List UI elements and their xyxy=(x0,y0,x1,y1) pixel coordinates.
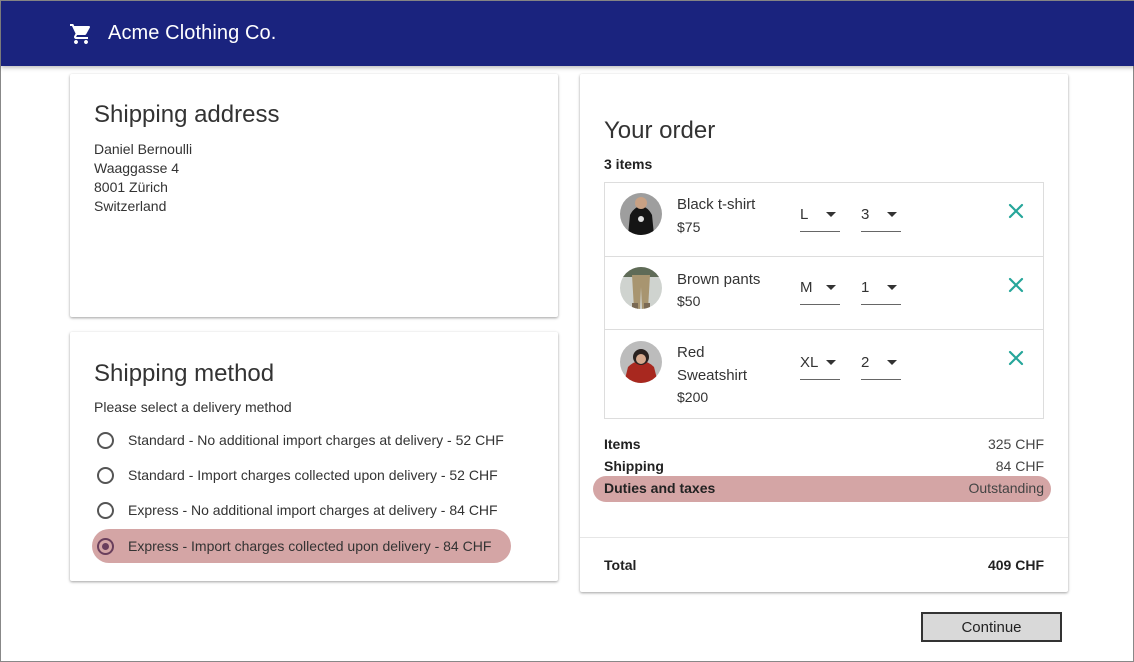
shipping-option-standard-charges-collected[interactable]: Standard - Import charges collected upon… xyxy=(92,458,518,492)
shipping-address-card: Shipping address Daniel Bernoulli Waagga… xyxy=(70,74,558,317)
order-summary-card: Your order 3 items Black t-shirt $75 L 3 xyxy=(580,74,1068,592)
radio-button[interactable] xyxy=(97,501,114,519)
radio-button[interactable] xyxy=(97,431,114,449)
order-item-list: Black t-shirt $75 L 3 Brown pants $50 M … xyxy=(604,182,1044,419)
size-select[interactable]: M xyxy=(800,275,840,305)
shipping-option-express-no-charges[interactable]: Express - No additional import charges a… xyxy=(92,493,518,527)
summary-total-label: Total xyxy=(604,557,637,573)
shipping-method-subtitle: Please select a delivery method xyxy=(94,399,292,415)
address-country: Switzerland xyxy=(94,198,167,214)
shipping-option-label: Express - Import charges collected upon … xyxy=(128,538,492,554)
item-name: Black t-shirt xyxy=(677,196,756,213)
summary-duties-value: Outstanding xyxy=(968,480,1045,496)
shipping-option-label: Standard - No additional import charges … xyxy=(128,432,504,448)
item-price: $75 xyxy=(677,219,701,235)
size-select[interactable]: L xyxy=(800,202,840,232)
shipping-option-label: Standard - Import charges collected upon… xyxy=(128,467,498,483)
item-price: $200 xyxy=(677,389,709,405)
size-value: XL xyxy=(800,354,819,371)
shipping-method-heading: Shipping method xyxy=(94,360,275,387)
radio-button[interactable] xyxy=(97,466,114,484)
summary-total-row: Total 409 CHF xyxy=(604,557,1044,573)
shipping-option-label: Express - No additional import charges a… xyxy=(128,502,498,518)
radio-button-selected[interactable] xyxy=(97,537,114,555)
close-icon[interactable] xyxy=(1007,349,1025,367)
address-block: Daniel Bernoulli Waaggasse 4 8001 Zürich… xyxy=(94,140,192,216)
item-thumbnail xyxy=(620,267,662,309)
shipping-method-card: Shipping method Please select a delivery… xyxy=(70,332,558,581)
caret-down-icon xyxy=(826,212,836,217)
summary-items-value: 325 CHF xyxy=(987,436,1044,452)
quantity-value: 1 xyxy=(861,279,870,296)
summary-duties-label: Duties and taxes xyxy=(604,480,716,496)
item-name: Brown pants xyxy=(677,271,761,288)
divider xyxy=(580,537,1068,538)
caret-down-icon xyxy=(826,285,836,290)
item-name: Red Sweatshirt xyxy=(677,344,748,384)
shipping-option-express-charges-collected[interactable]: Express - Import charges collected upon … xyxy=(92,529,512,563)
summary-total-value: 409 CHF xyxy=(987,557,1044,573)
item-thumbnail xyxy=(620,193,662,235)
order-heading: Your order xyxy=(604,117,716,144)
caret-down-icon xyxy=(887,285,897,290)
summary-shipping-value: 84 CHF xyxy=(995,458,1044,474)
summary-items-label: Items xyxy=(604,436,641,452)
quantity-select[interactable]: 2 xyxy=(861,350,901,380)
quantity-value: 2 xyxy=(861,354,870,371)
item-price: $50 xyxy=(677,293,701,309)
size-select[interactable]: XL xyxy=(800,350,840,380)
address-name: Daniel Bernoulli xyxy=(94,141,193,157)
close-icon[interactable] xyxy=(1007,276,1025,294)
caret-down-icon xyxy=(887,360,897,365)
caret-down-icon xyxy=(826,360,836,365)
shipping-address-heading: Shipping address xyxy=(94,101,280,128)
shipping-option-standard-no-charges[interactable]: Standard - No additional import charges … xyxy=(92,423,524,457)
address-city: 8001 Zürich xyxy=(94,179,168,195)
shopping-cart-icon[interactable] xyxy=(69,22,93,46)
order-item-row: Black t-shirt $75 L 3 xyxy=(605,183,1043,257)
size-value: L xyxy=(800,206,809,223)
quantity-select[interactable]: 3 xyxy=(861,202,901,232)
continue-button[interactable]: Continue xyxy=(921,612,1062,642)
items-count: 3 items xyxy=(604,156,653,172)
app-bar: Acme Clothing Co. xyxy=(1,1,1134,66)
close-icon[interactable] xyxy=(1007,202,1025,220)
quantity-select[interactable]: 1 xyxy=(861,275,901,305)
quantity-value: 3 xyxy=(861,206,870,223)
app-title: Acme Clothing Co. xyxy=(108,22,277,44)
summary-shipping-label: Shipping xyxy=(604,458,664,474)
order-item-row: Red Sweatshirt $200 XL 2 xyxy=(605,330,1043,418)
caret-down-icon xyxy=(887,212,897,217)
order-item-row: Brown pants $50 M 1 xyxy=(605,257,1043,330)
item-thumbnail xyxy=(620,341,662,383)
size-value: M xyxy=(800,279,813,296)
address-street: Waaggasse 4 xyxy=(94,160,180,176)
